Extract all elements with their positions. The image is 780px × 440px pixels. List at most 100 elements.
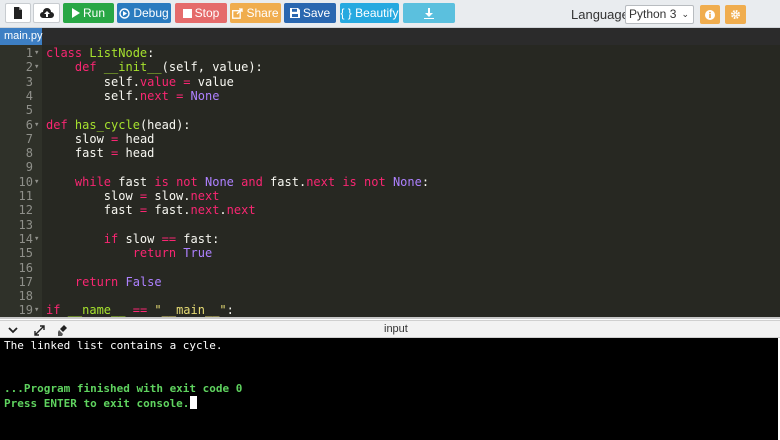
- expand-icon: [33, 324, 45, 336]
- code-line: 16: [0, 261, 780, 275]
- code-text: class ListNode:: [46, 46, 155, 60]
- line-number: 5: [25, 103, 33, 118]
- share-button[interactable]: Share: [230, 3, 281, 23]
- code-line: 2 ▾ def __init__(self, value):: [0, 60, 780, 74]
- fold-toggle-icon[interactable]: ▾: [34, 60, 39, 74]
- line-number: 15: [18, 246, 33, 261]
- line-number: 3: [25, 74, 33, 89]
- code-line: 9: [0, 160, 780, 174]
- file-tab-bar: main.py: [0, 28, 780, 45]
- debug-icon: [119, 7, 131, 19]
- fold-toggle-icon[interactable]: ▾: [34, 175, 39, 189]
- play-icon: [71, 8, 80, 18]
- stop-icon: [182, 8, 192, 18]
- line-number: 16: [18, 260, 33, 275]
- clear-icon: [57, 324, 67, 336]
- line-number: 17: [18, 274, 33, 289]
- line-number: 13: [18, 217, 33, 232]
- code-text: self.next = None: [46, 88, 220, 103]
- new-file-button[interactable]: [5, 3, 31, 23]
- code-text: def has_cycle(head):: [46, 117, 191, 132]
- settings-button[interactable]: [725, 5, 746, 24]
- code-line: 15 return True: [0, 246, 780, 260]
- code-line: 5: [0, 103, 780, 117]
- code-line: 19 ▾ if __name__ == "__main__":: [0, 303, 780, 317]
- line-number: 9: [25, 160, 33, 175]
- code-line: 7 slow = head: [0, 132, 780, 146]
- share-label: Share: [246, 6, 279, 20]
- tab-label: main.py: [4, 30, 43, 42]
- code-line: 13: [0, 218, 780, 232]
- code-line: 14 ▾ if slow == fast:: [0, 232, 780, 246]
- line-number: 12: [18, 203, 33, 218]
- fold-toggle-icon[interactable]: ▾: [34, 118, 39, 132]
- line-number: 10: [18, 174, 33, 189]
- code-line: 4 self.next = None: [0, 89, 780, 103]
- code-editor[interactable]: 1 ▾ class ListNode: 2 ▾ def __init__(self, v…: [0, 45, 780, 318]
- code-line: 10 ▾ while fast is not None and fast.next…: [0, 175, 780, 189]
- beautify-label: { } Beautify: [340, 6, 399, 20]
- info-button[interactable]: [700, 5, 720, 24]
- editor-horizontal-scrollbar[interactable]: [0, 317, 780, 319]
- line-number: 2: [25, 60, 33, 75]
- fold-toggle-icon[interactable]: ▾: [34, 303, 39, 317]
- debug-label: Debug: [133, 6, 169, 20]
- code-line: 18: [0, 289, 780, 303]
- fold-toggle-icon[interactable]: ▾: [34, 46, 39, 60]
- code-text: if slow == fast:: [103, 231, 220, 246]
- code-line: 11 slow = slow.next: [0, 189, 780, 203]
- save-button[interactable]: Save: [284, 3, 336, 23]
- line-number: 14: [18, 231, 33, 246]
- io-panel-title: input: [384, 323, 408, 335]
- line-number: 19: [18, 303, 33, 318]
- line-number: 18: [18, 289, 33, 304]
- line-number: 8: [25, 146, 33, 161]
- stop-button[interactable]: Stop: [175, 3, 227, 23]
- io-panel-header: input: [0, 320, 780, 338]
- console-exit-line: Press ENTER to exit console.: [4, 396, 198, 410]
- language-label: Language: [571, 7, 629, 22]
- download-icon: [424, 7, 434, 19]
- code-text: return False: [74, 274, 162, 289]
- console-exit-prompt: Press ENTER to exit console.: [4, 397, 190, 410]
- line-number: 11: [18, 189, 33, 203]
- line-number: 1: [25, 46, 33, 60]
- beautify-button[interactable]: { } Beautify: [340, 3, 399, 23]
- expand-io-button[interactable]: [32, 324, 46, 336]
- gear-icon: [730, 9, 741, 20]
- console-output-line: The linked list contains a cycle.: [4, 339, 223, 352]
- run-label: Run: [82, 6, 105, 20]
- stop-label: Stop: [194, 6, 220, 20]
- console-cursor: [190, 396, 198, 409]
- code-text: slow = slow.next: [46, 189, 220, 203]
- clear-io-button[interactable]: [56, 324, 70, 336]
- info-icon: [705, 9, 715, 20]
- line-number: 6: [25, 117, 33, 132]
- code-text: self.value = value: [46, 74, 234, 89]
- new-file-icon: [14, 7, 22, 19]
- download-button[interactable]: [403, 3, 455, 23]
- tab-main-py[interactable]: main.py: [0, 28, 43, 45]
- share-icon: [232, 7, 244, 19]
- code-line: 1 ▾ class ListNode:: [0, 46, 780, 60]
- debug-button[interactable]: Debug: [117, 3, 171, 23]
- console-output[interactable]: The linked list contains a cycle. ...Pro…: [0, 338, 778, 440]
- upload-button[interactable]: [33, 3, 60, 23]
- code-line: 8 fast = head: [0, 146, 780, 160]
- code-text: return True: [132, 246, 213, 261]
- code-text: while fast is not None and fast.next is …: [74, 174, 430, 189]
- language-select[interactable]: Python 3 ⌄: [625, 5, 694, 24]
- run-button[interactable]: Run: [63, 3, 114, 23]
- code-line: 6 ▾ def has_cycle(head):: [0, 118, 780, 132]
- code-line: 17 return False: [0, 275, 780, 289]
- fold-toggle-icon[interactable]: ▾: [34, 232, 39, 246]
- collapse-io-button[interactable]: [6, 324, 20, 336]
- chevron-down-icon: ⌄: [681, 9, 689, 19]
- upload-icon: [39, 8, 54, 18]
- console-finished-line: ...Program finished with exit code 0: [4, 382, 243, 395]
- code-text: if __name__ == "__main__":: [46, 303, 234, 318]
- chevron-down-icon: [8, 326, 18, 333]
- line-number: 4: [25, 88, 33, 103]
- code-line: 3 self.value = value: [0, 75, 780, 89]
- save-icon: [289, 8, 300, 18]
